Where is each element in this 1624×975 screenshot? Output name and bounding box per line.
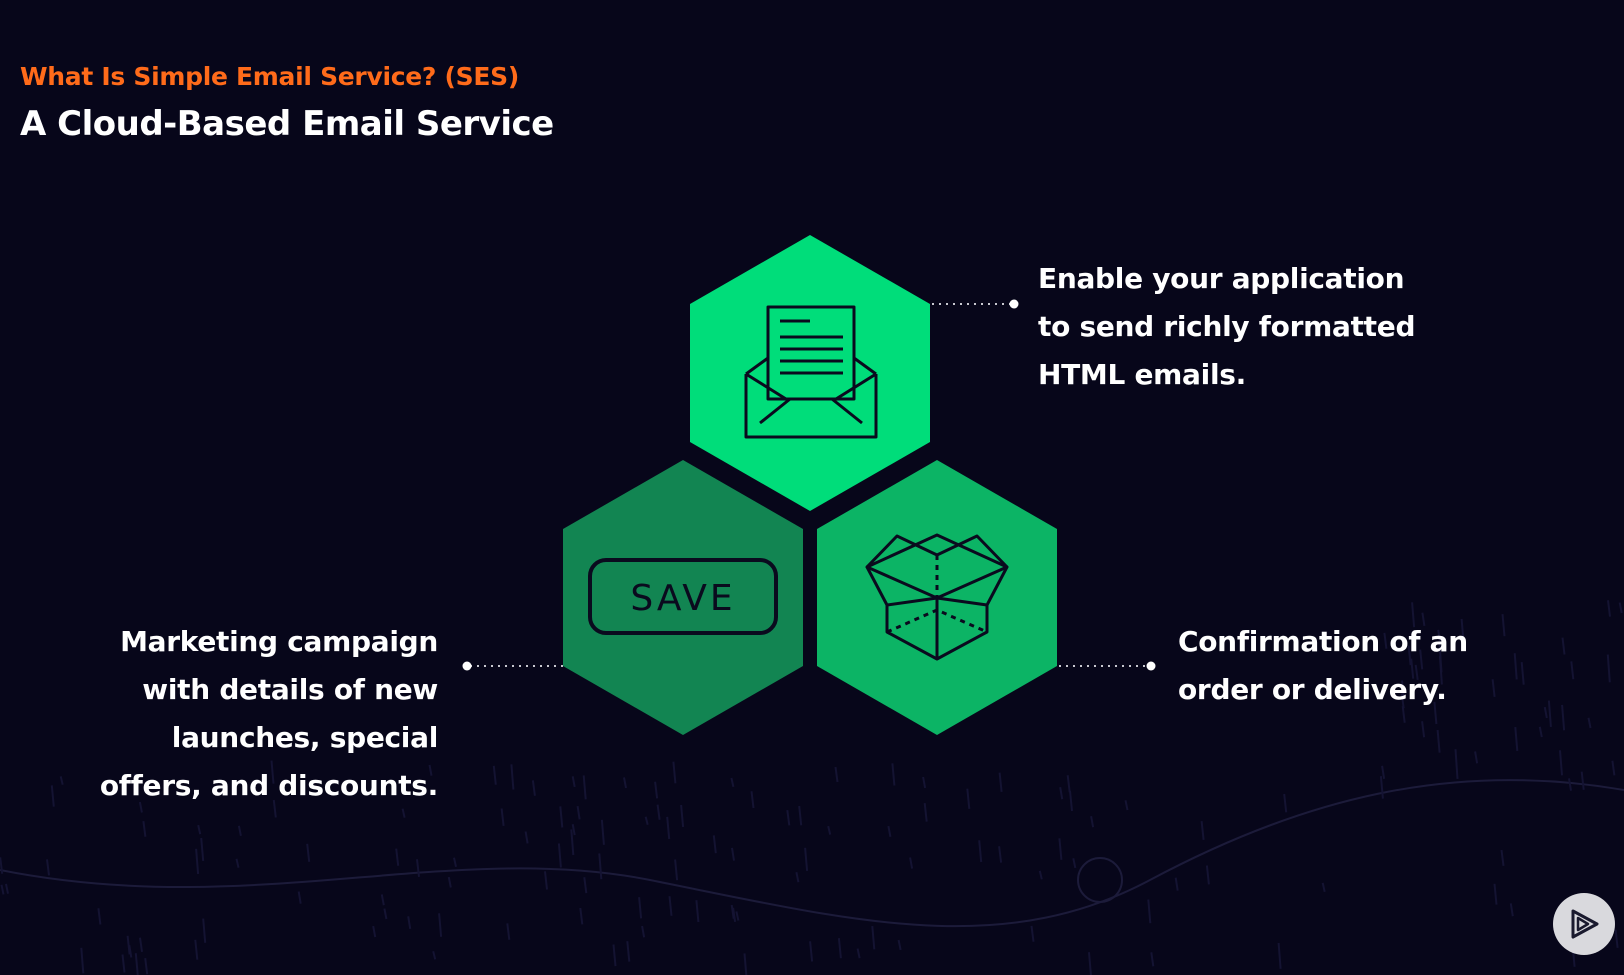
connector-right [1059,661,1156,671]
save-icon-label: SAVE [630,578,735,619]
hexagon-diagram: SAVE [462,235,1156,735]
play-logo-icon [1571,909,1599,939]
slide: What Is Simple Email Service? (SES) A Cl… [0,0,1624,975]
connector-top [932,299,1019,309]
callout-order-confirmation: Confirmation of an order or delivery. [1178,625,1468,706]
play-button[interactable] [1553,893,1615,955]
callout-html-emails: Enable your application to send richly f… [1038,262,1416,391]
callout-marketing-campaign: Marketing campaign with details of new l… [99,625,438,802]
connector-left [462,661,563,671]
